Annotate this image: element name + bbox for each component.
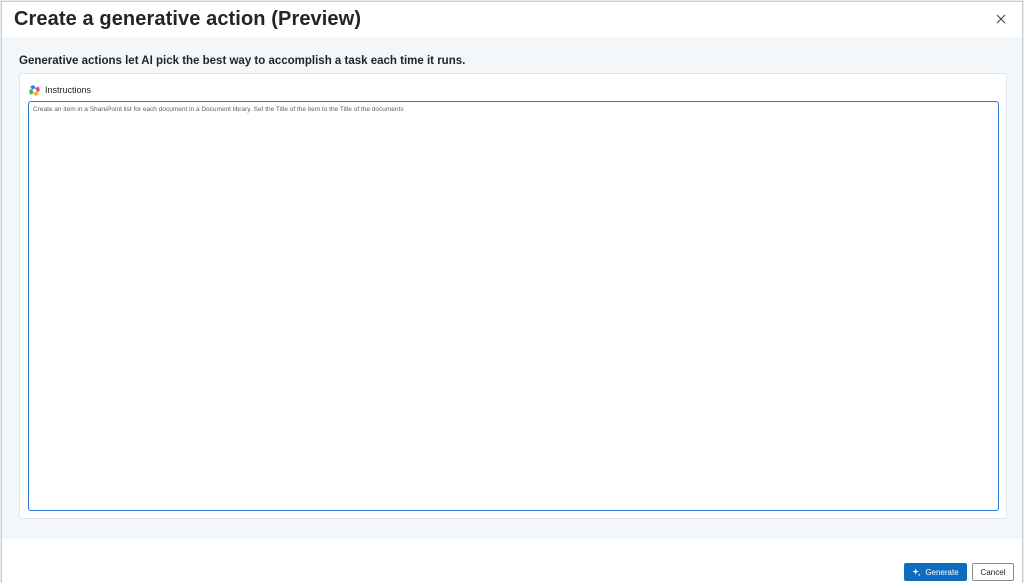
dialog-title: Create a generative action (Preview): [14, 8, 362, 30]
cancel-label: Cancel: [980, 567, 1006, 577]
copilot-icon: [29, 84, 40, 96]
generate-label: Generate: [925, 567, 959, 577]
instructions-label: Instructions: [45, 85, 92, 95]
close-button[interactable]: [994, 12, 1008, 26]
instructions-label-row: Instructions: [28, 82, 91, 98]
instructions-card: Instructions: [19, 73, 1007, 519]
generative-action-dialog: Create a generative action (Preview) Gen…: [1, 1, 1023, 583]
sparkle-icon: [912, 567, 922, 576]
dialog-body: Generative actions let AI pick the best …: [2, 37, 1022, 539]
instructions-input[interactable]: [28, 101, 999, 511]
cancel-button[interactable]: Cancel: [972, 563, 1014, 581]
generate-button[interactable]: Generate: [904, 563, 967, 581]
dialog-header: Create a generative action (Preview): [2, 2, 1022, 37]
close-icon: [996, 14, 1006, 24]
dialog-footer: Generate Cancel: [2, 539, 1022, 583]
dialog-description: Generative actions let AI pick the best …: [19, 55, 466, 67]
